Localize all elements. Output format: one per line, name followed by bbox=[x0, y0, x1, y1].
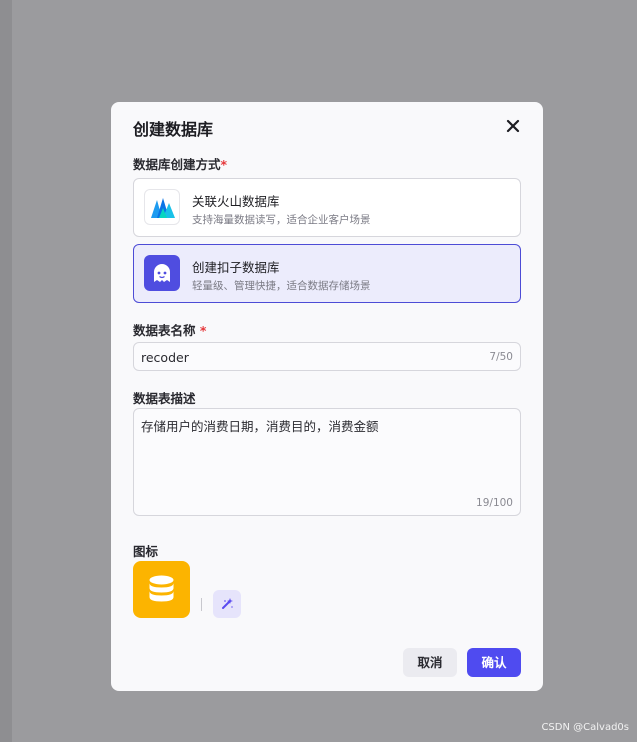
option-description: 支持海量数据读写，适合企业客户场景 bbox=[192, 214, 371, 226]
option-coze-database[interactable]: 创建扣子数据库 轻量级、管理快捷，适合数据存储场景 bbox=[133, 244, 521, 303]
table-name-label: 数据表名称 * bbox=[133, 323, 207, 338]
close-icon[interactable] bbox=[505, 118, 521, 134]
ai-generate-icon-button[interactable] bbox=[213, 590, 241, 618]
confirm-button[interactable]: 确认 bbox=[467, 648, 521, 677]
option-title: 关联火山数据库 bbox=[192, 194, 280, 209]
dialog-title: 创建数据库 bbox=[133, 120, 214, 139]
table-description-label: 数据表描述 bbox=[133, 391, 196, 406]
magic-wand-icon bbox=[222, 598, 233, 609]
background-strip bbox=[0, 0, 12, 742]
table-name-input[interactable]: recoder 7/50 bbox=[133, 342, 521, 371]
table-description-value: 存储用户的消费日期，消费目的，消费金额 bbox=[141, 419, 379, 434]
cancel-button[interactable]: 取消 bbox=[403, 648, 457, 677]
database-icon-tile[interactable] bbox=[133, 561, 190, 618]
coze-icon bbox=[144, 255, 180, 291]
table-name-value: recoder bbox=[141, 350, 189, 365]
option-title: 创建扣子数据库 bbox=[192, 260, 280, 275]
required-mark: * bbox=[199, 323, 207, 338]
option-volcano-database[interactable]: 关联火山数据库 支持海量数据读写，适合企业客户场景 bbox=[133, 178, 521, 237]
table-description-textarea[interactable]: 存储用户的消费日期，消费目的，消费金额 19/100 bbox=[133, 408, 521, 516]
icon-label: 图标 bbox=[133, 544, 159, 559]
watermark: CSDN @Calvad0s bbox=[541, 722, 629, 733]
volcano-icon bbox=[144, 189, 180, 225]
table-description-char-count: 19/100 bbox=[476, 497, 513, 509]
icon-divider bbox=[201, 598, 202, 611]
table-name-char-count: 7/50 bbox=[489, 351, 513, 363]
option-description: 轻量级、管理快捷，适合数据存储场景 bbox=[192, 280, 371, 292]
required-mark: * bbox=[220, 157, 228, 172]
create-database-dialog: 创建数据库 数据库创建方式* 关联火山数据库 支持海量数据读写，适合企业客户场景 bbox=[111, 102, 543, 691]
creation-method-label: 数据库创建方式* bbox=[133, 157, 228, 172]
database-icon bbox=[149, 575, 174, 602]
